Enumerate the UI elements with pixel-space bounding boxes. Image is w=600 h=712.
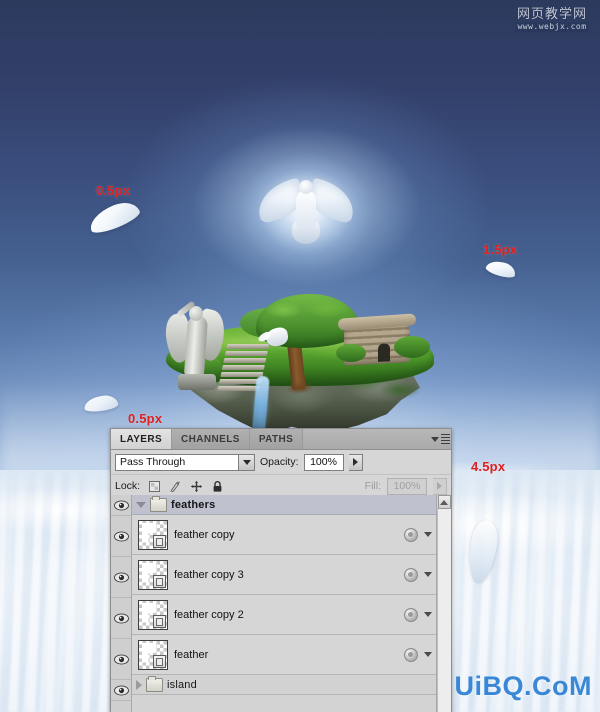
chevron-down-icon[interactable]	[238, 454, 254, 470]
visibility-cell-feather-copy-3[interactable]	[111, 557, 131, 598]
layer-thumbnail	[138, 559, 168, 590]
layer-group-island[interactable]: island	[132, 675, 436, 695]
statue-base	[178, 374, 216, 390]
layer-list: feathers feather copy feather copy 3 fea…	[111, 495, 451, 712]
lock-icon-group	[148, 480, 224, 493]
visibility-cell-feather-copy[interactable]	[111, 516, 131, 557]
tab-layers[interactable]: LAYERS	[111, 429, 173, 449]
panel-menu-icon[interactable]	[431, 433, 450, 445]
annotation-feather-top-left: 0.5px	[96, 183, 131, 198]
opacity-stepper-icon[interactable]	[348, 453, 363, 471]
dove-body	[296, 190, 316, 230]
scrollbar-track[interactable]	[437, 509, 451, 712]
visibility-cell-feather[interactable]	[111, 639, 131, 680]
fill-label: Fill:	[364, 480, 381, 492]
angel-statue	[159, 290, 230, 390]
layer-thumbnail	[138, 599, 168, 630]
chevron-down-icon[interactable]	[424, 572, 432, 577]
eye-icon	[113, 684, 129, 696]
layer-fx-icon[interactable]	[404, 527, 418, 542]
dove-head	[299, 180, 313, 194]
layer-fx-icon[interactable]	[404, 607, 418, 622]
tab-paths[interactable]: PATHS	[249, 429, 304, 449]
layer-name: feather copy 2	[174, 608, 244, 621]
tab-channels[interactable]: CHANNELS	[172, 429, 250, 449]
lock-position-icon[interactable]	[190, 480, 203, 493]
annotation-feather-lower-right: 4.5px	[471, 459, 506, 474]
layer-thumbnail	[138, 639, 168, 670]
opacity-value: 100%	[310, 456, 337, 468]
screenshot-canvas: 0.5px 1.5px 0.5px 4.5px 网页教学网 www.webjx.…	[0, 0, 600, 712]
tab-bar-filler	[303, 429, 451, 449]
eye-icon	[113, 612, 129, 624]
watermark-url: www.webjx.com	[515, 22, 589, 32]
eye-icon	[113, 499, 129, 511]
table-row[interactable]: feather copy 3	[132, 555, 436, 595]
layers-panel: LAYERS CHANNELS PATHS Pass Through Opaci…	[110, 428, 452, 712]
eye-icon	[113, 530, 129, 542]
visibility-cell-island[interactable]	[111, 680, 131, 701]
lock-label: Lock:	[115, 480, 141, 492]
blend-mode-row: Pass Through Opacity: 100%	[111, 450, 451, 475]
fill-input[interactable]: 100%	[387, 477, 427, 495]
panel-menu-lines-icon	[441, 433, 450, 445]
smart-object-badge-icon	[153, 654, 166, 668]
layer-group-feathers[interactable]: feathers	[132, 495, 436, 515]
watermark-top-right: 网页教学网 www.webjx.com	[506, 4, 598, 36]
fill-stepper-icon[interactable]	[433, 477, 447, 495]
eye-icon	[113, 571, 129, 583]
floating-island	[148, 272, 448, 442]
annotation-feather-right: 1.5px	[483, 242, 518, 257]
tab-channels-label: CHANNELS	[181, 433, 240, 445]
blend-mode-select[interactable]: Pass Through	[115, 453, 255, 471]
lock-all-icon[interactable]	[211, 480, 224, 493]
blend-mode-value: Pass Through	[120, 456, 186, 468]
statue-body	[183, 315, 209, 377]
table-row[interactable]: feather copy	[132, 515, 436, 555]
layer-fx-icon[interactable]	[404, 647, 418, 662]
panel-tab-bar: LAYERS CHANNELS PATHS	[111, 429, 451, 450]
folder-icon	[146, 675, 163, 692]
bush-right	[394, 336, 430, 358]
opacity-input[interactable]: 100%	[303, 453, 344, 471]
chevron-down-icon[interactable]	[424, 532, 432, 537]
opacity-label: Opacity:	[260, 456, 299, 468]
layer-name: feather copy	[174, 528, 235, 541]
smart-object-badge-icon	[153, 614, 166, 628]
layer-list-scrollbar[interactable]	[436, 495, 451, 712]
chevron-down-icon[interactable]	[136, 501, 146, 508]
dove-large	[216, 132, 396, 292]
layer-name: feather	[174, 648, 209, 661]
layer-rows: feathers feather copy feather copy 3 fea…	[132, 495, 436, 712]
visibility-cell-feather-copy-2[interactable]	[111, 598, 131, 639]
lock-image-pixels-icon[interactable]	[169, 480, 182, 493]
layer-name: feather copy 3	[174, 568, 244, 581]
visibility-column	[111, 495, 132, 712]
layer-fx-icon[interactable]	[404, 567, 418, 582]
layer-group-name: feathers	[171, 498, 216, 511]
tab-layers-label: LAYERS	[120, 433, 163, 445]
chevron-down-icon[interactable]	[424, 652, 432, 657]
smart-object-badge-icon	[153, 534, 166, 548]
smart-object-badge-icon	[153, 574, 166, 588]
fill-value: 100%	[393, 480, 421, 492]
lock-transparent-pixels-icon[interactable]	[148, 480, 161, 493]
scroll-up-button[interactable]	[437, 495, 451, 509]
annotation-feather-island-left: 0.5px	[128, 411, 163, 426]
chevron-right-icon[interactable]	[136, 679, 142, 690]
folder-icon	[150, 495, 167, 512]
eye-icon	[113, 653, 129, 665]
layer-thumbnail	[138, 519, 168, 550]
watermark-chinese-text: 网页教学网	[516, 7, 587, 22]
bush-left	[336, 344, 366, 362]
table-row[interactable]: feather	[132, 635, 436, 675]
chevron-down-icon[interactable]	[424, 612, 432, 617]
table-row[interactable]: feather copy 2	[132, 595, 436, 635]
layer-group-name: island	[167, 678, 197, 691]
panel-menu-triangle-icon	[431, 436, 439, 442]
visibility-cell-feathers[interactable]	[111, 495, 131, 516]
tab-paths-label: PATHS	[258, 433, 294, 445]
watermark-bottom-right: UiBQ.CoM	[454, 671, 592, 701]
